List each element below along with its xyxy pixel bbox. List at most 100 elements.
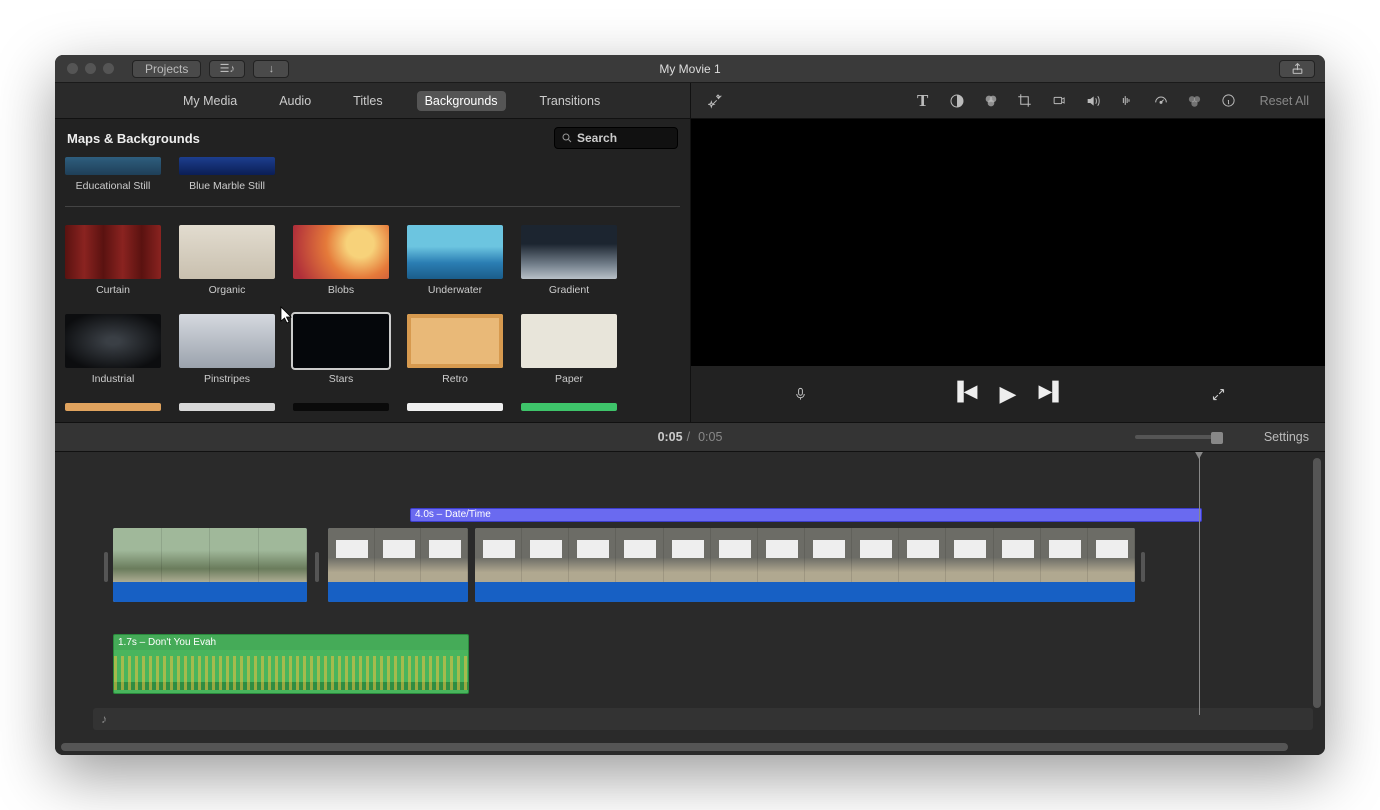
background-item[interactable]: Pinstripes (179, 314, 275, 385)
clip-edge-handle[interactable] (1141, 552, 1145, 582)
background-item[interactable]: Stars (293, 314, 389, 385)
tab-my-media[interactable]: My Media (175, 91, 245, 111)
background-thumbnail[interactable] (179, 314, 275, 368)
speed-icon[interactable] (1152, 92, 1170, 110)
background-item[interactable] (293, 403, 389, 416)
background-label: Blue Marble Still (179, 180, 275, 192)
color-correction-icon[interactable] (982, 92, 1000, 110)
background-thumbnail[interactable] (179, 157, 275, 175)
background-thumbnail[interactable] (293, 225, 389, 279)
background-thumbnail[interactable] (407, 314, 503, 368)
projects-button[interactable]: Projects (132, 60, 201, 78)
background-item[interactable] (179, 403, 275, 416)
next-button[interactable]: ▶▌ (1038, 381, 1065, 407)
background-thumbnail[interactable] (521, 314, 617, 368)
stabilization-icon[interactable] (1050, 92, 1068, 110)
video-clip[interactable] (475, 528, 1135, 602)
total-time: 0:05 (698, 430, 722, 444)
reset-all-button[interactable]: Reset All (1260, 94, 1309, 108)
background-thumbnail[interactable] (179, 403, 275, 411)
preview-canvas (691, 119, 1325, 366)
tab-titles[interactable]: Titles (345, 91, 390, 111)
tab-transitions[interactable]: Transitions (532, 91, 609, 111)
media-browser: Maps & Backgrounds Search Educational St… (55, 119, 691, 422)
color-balance-icon[interactable] (948, 92, 966, 110)
zoom-dot[interactable] (103, 63, 114, 74)
close-dot[interactable] (67, 63, 78, 74)
background-thumbnail[interactable] (293, 403, 389, 411)
background-thumbnail[interactable] (65, 225, 161, 279)
preview-panel: ▐◀ ▶ ▶▌ (691, 119, 1325, 422)
volume-icon[interactable] (1084, 92, 1102, 110)
background-thumbnail[interactable] (65, 403, 161, 411)
background-item[interactable] (65, 403, 161, 416)
video-clip[interactable] (113, 528, 307, 602)
share-button[interactable] (1279, 60, 1315, 78)
prev-button[interactable]: ▐◀ (951, 381, 978, 407)
background-item[interactable]: Gradient (521, 225, 617, 296)
info-icon[interactable] (1220, 92, 1238, 110)
background-item[interactable] (521, 403, 617, 416)
background-item[interactable]: Organic (179, 225, 275, 296)
background-item[interactable]: Paper (521, 314, 617, 385)
text-icon[interactable]: T (914, 92, 932, 110)
play-button[interactable]: ▶ (1000, 381, 1017, 407)
settings-button[interactable]: Settings (1264, 430, 1309, 444)
background-item[interactable]: Underwater (407, 225, 503, 296)
background-thumbnail[interactable] (521, 403, 617, 411)
background-item[interactable]: Industrial (65, 314, 161, 385)
voiceover-icon[interactable] (791, 385, 809, 403)
background-thumbnail[interactable] (521, 225, 617, 279)
tab-backgrounds[interactable]: Backgrounds (417, 91, 506, 111)
timeline[interactable]: 4.0s – Date/Time 1.7s – Don't You Evah ♪ (55, 452, 1325, 755)
library-toggle-button[interactable]: ☰♪ (209, 60, 245, 78)
background-item[interactable]: Retro (407, 314, 503, 385)
background-item[interactable]: Blue Marble Still (179, 157, 275, 192)
background-thumbnail[interactable] (65, 157, 161, 175)
vertical-scrollbar[interactable] (1313, 458, 1323, 728)
enhance-icon[interactable] (707, 92, 725, 110)
time-bar: 0:05 / 0:05 Settings (55, 422, 1325, 452)
crop-icon[interactable] (1016, 92, 1034, 110)
search-placeholder: Search (577, 131, 617, 145)
noise-reduction-icon[interactable] (1118, 92, 1136, 110)
browser-section-title: Maps & Backgrounds (67, 131, 546, 146)
background-thumbnail[interactable] (65, 314, 161, 368)
background-thumbnail[interactable] (407, 403, 503, 411)
background-label: Curtain (65, 284, 161, 296)
background-thumbnail[interactable] (293, 314, 389, 368)
background-label: Underwater (407, 284, 503, 296)
window-title: My Movie 1 (659, 62, 720, 76)
music-well[interactable]: ♪ (93, 708, 1313, 730)
media-tabs: My Media Audio Titles Backgrounds Transition… (55, 83, 691, 118)
tab-audio[interactable]: Audio (271, 91, 319, 111)
background-label: Industrial (65, 373, 161, 385)
playhead[interactable] (1199, 452, 1200, 715)
zoom-slider[interactable] (1135, 435, 1215, 439)
window-controls (67, 63, 114, 74)
background-thumbnail[interactable] (407, 225, 503, 279)
minimize-dot[interactable] (85, 63, 96, 74)
import-button[interactable]: ↓ (253, 60, 289, 78)
titlebar: Projects ☰♪ ↓ My Movie 1 (55, 55, 1325, 83)
search-input[interactable]: Search (554, 127, 678, 149)
title-clip[interactable]: 4.0s – Date/Time (410, 508, 1202, 522)
backgrounds-grid: Educational Still Blue Marble Still Curtai… (55, 157, 690, 422)
horizontal-scrollbar[interactable] (61, 743, 1313, 753)
playback-controls: ▐◀ ▶ ▶▌ (691, 366, 1325, 422)
audio-clip-label: 1.7s – Don't You Evah (114, 635, 468, 650)
zoom-handle[interactable] (1211, 432, 1223, 444)
current-time: 0:05 (658, 430, 683, 444)
filters-icon[interactable] (1186, 92, 1204, 110)
fullscreen-icon[interactable] (1209, 385, 1227, 403)
clip-edge-handle[interactable] (315, 552, 319, 582)
background-label: Pinstripes (179, 373, 275, 385)
audio-clip[interactable]: 1.7s – Don't You Evah (113, 634, 469, 694)
background-item[interactable]: Educational Still (65, 157, 161, 192)
background-thumbnail[interactable] (179, 225, 275, 279)
background-item[interactable]: Blobs (293, 225, 389, 296)
background-item[interactable]: Curtain (65, 225, 161, 296)
video-clip[interactable] (328, 528, 468, 602)
clip-edge-handle[interactable] (104, 552, 108, 582)
background-item[interactable] (407, 403, 503, 416)
